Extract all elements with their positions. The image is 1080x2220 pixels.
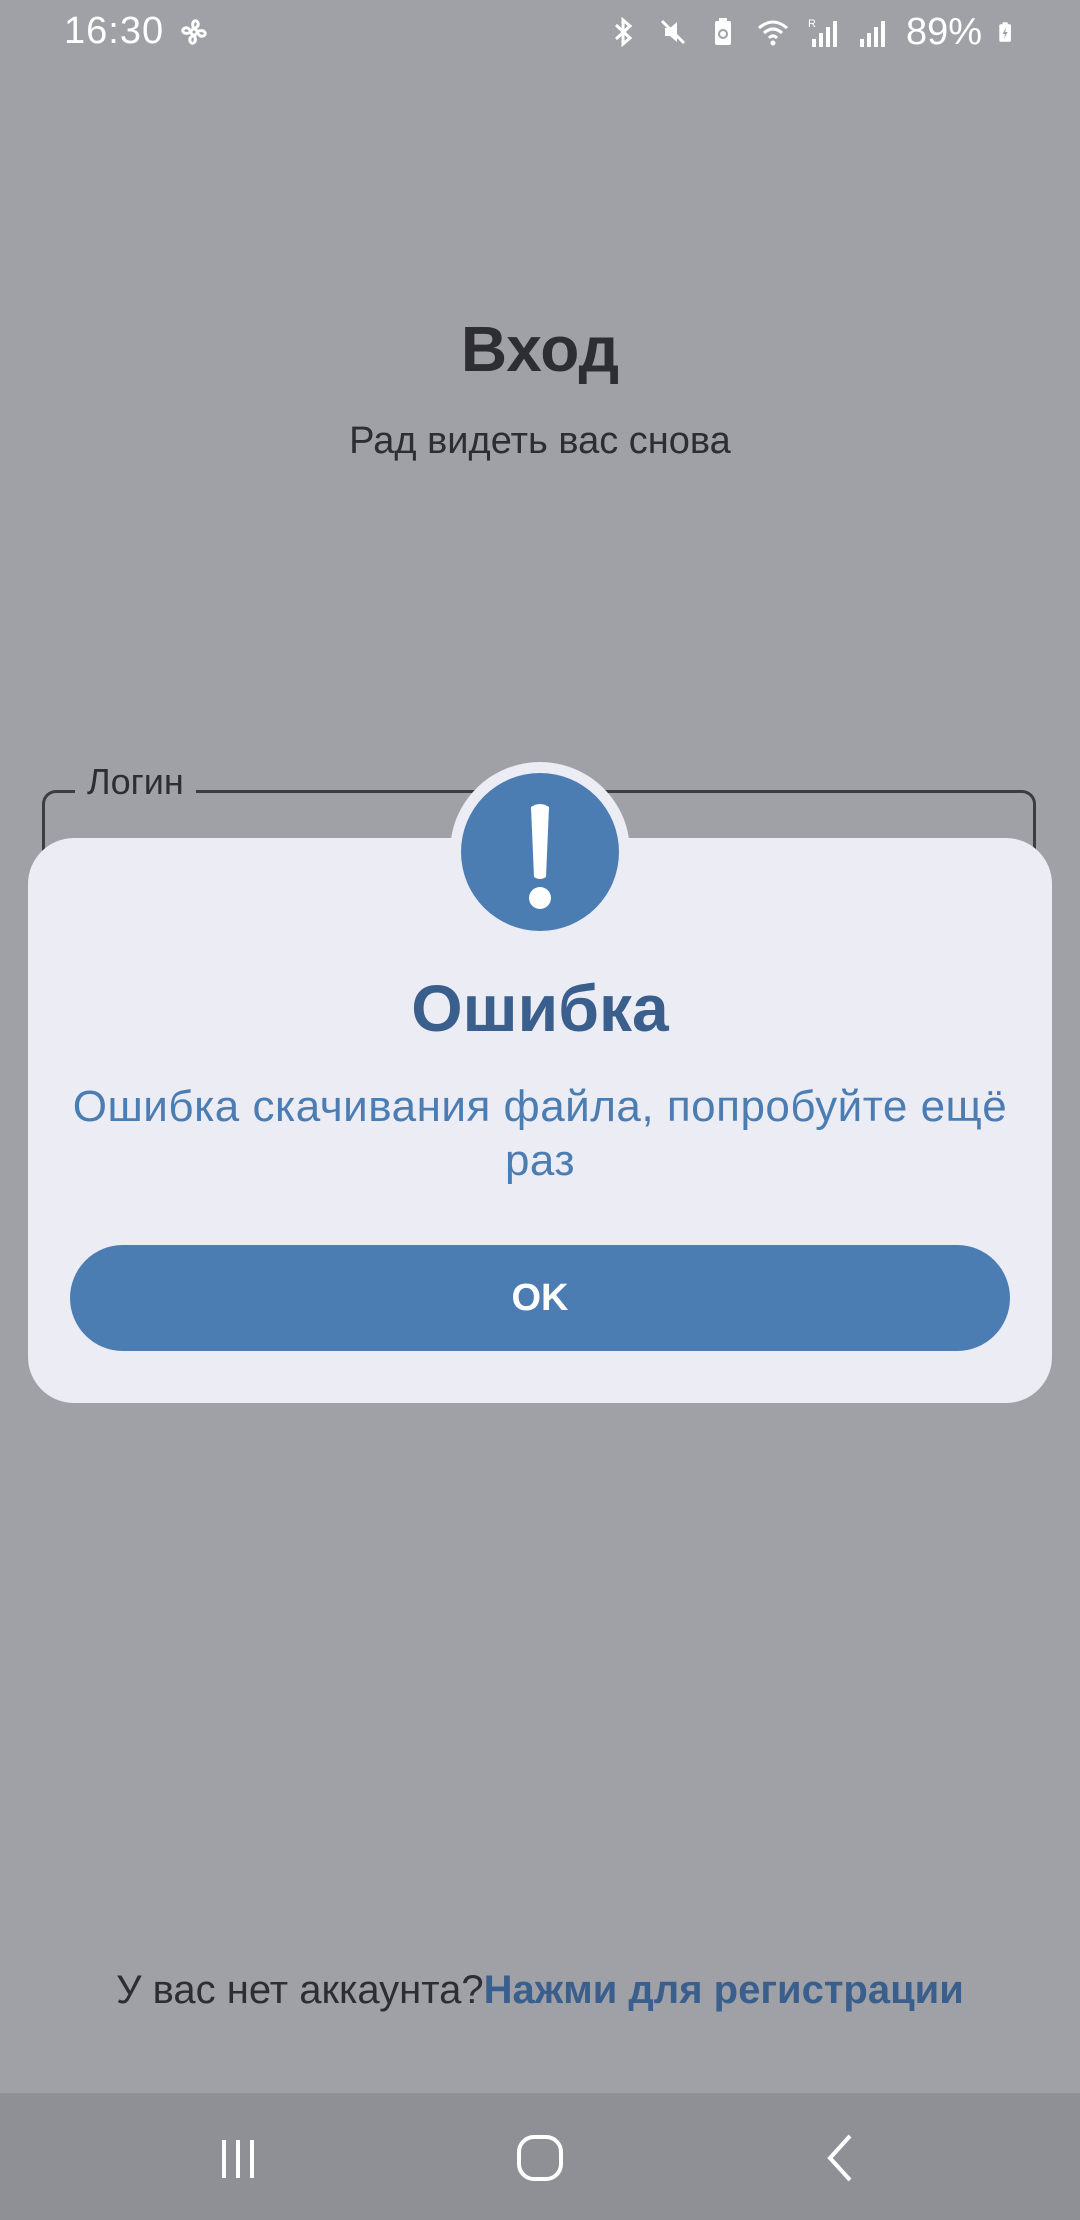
wifi-icon <box>757 20 788 46</box>
exclamation-icon <box>461 773 619 931</box>
home-icon[interactable] <box>495 2113 585 2203</box>
login-field-label: Логин <box>75 761 196 803</box>
dialog-message: Ошибка скачивания файла, попробуйте ещё … <box>72 1082 1008 1185</box>
bluetooth-icon <box>614 16 633 48</box>
register-prompt: У вас нет аккаунта?Нажми для регистрации <box>0 1968 1080 2013</box>
signal-icon <box>859 21 885 47</box>
recent-apps-icon[interactable] <box>193 2113 283 2203</box>
screen: 16:30 R 89% Вход Рад видеть вас снова Ло… <box>0 0 1080 2220</box>
back-icon[interactable] <box>797 2113 887 2203</box>
ok-button[interactable]: OK <box>70 1245 1010 1351</box>
dialog-title: Ошибка <box>411 971 669 1045</box>
status-time: 16:30 <box>64 10 165 52</box>
signal-r-icon: R <box>808 18 837 47</box>
battery-percent: 89% <box>905 10 982 53</box>
register-prompt-text: У вас нет аккаунта? <box>116 1968 484 2012</box>
page-subtitle: Рад видеть вас снова <box>349 420 731 462</box>
page-title: Вход <box>460 313 620 385</box>
navigation-bar <box>0 2093 1080 2220</box>
battery-saver-icon <box>714 18 731 45</box>
svg-text:R: R <box>808 18 816 30</box>
battery-charging-icon <box>999 22 1011 42</box>
status-bar: 16:30 R 89% <box>0 0 1080 64</box>
mute-icon <box>660 19 685 45</box>
status-icons: R 89% <box>606 10 1020 53</box>
fan-icon <box>181 19 207 45</box>
register-link[interactable]: Нажми для регистрации <box>484 1968 964 2012</box>
